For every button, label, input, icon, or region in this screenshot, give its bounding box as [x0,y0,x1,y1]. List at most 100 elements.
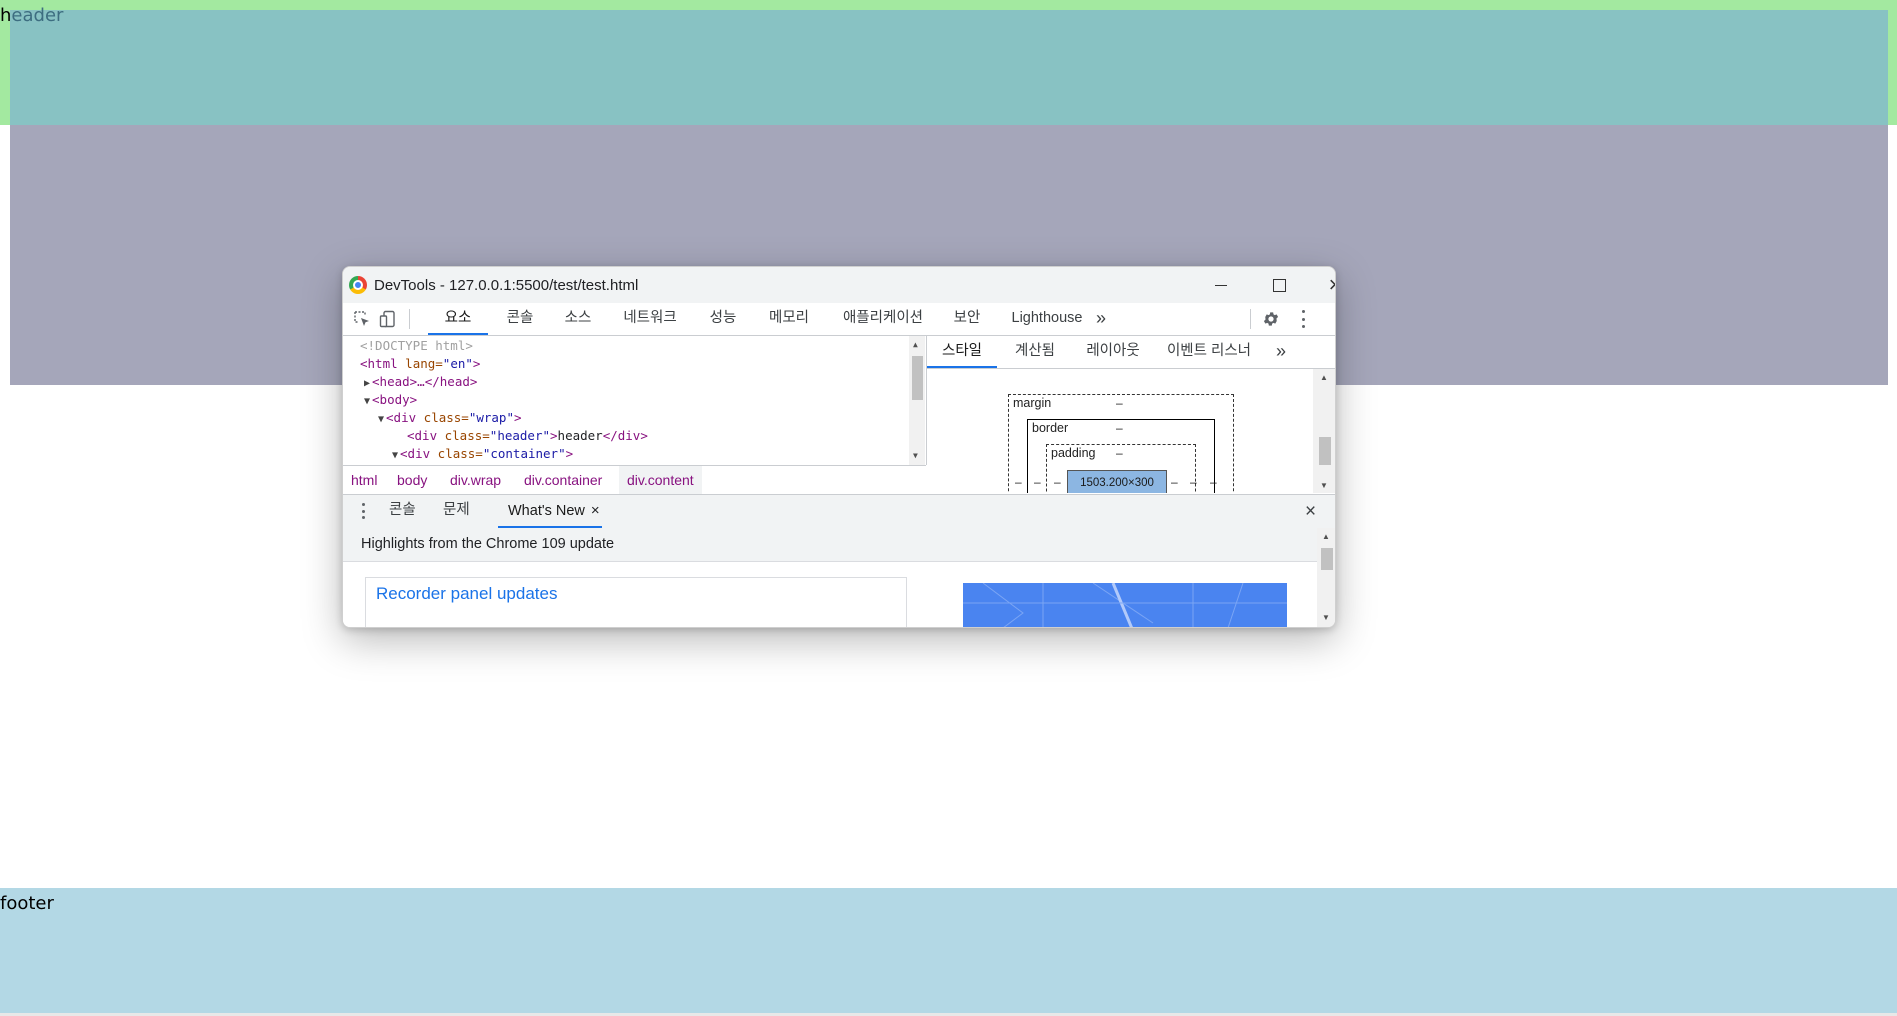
scrollbar-thumb[interactable] [912,356,923,400]
margin-left-value[interactable]: – [1015,475,1022,489]
customize-menu-icon[interactable] [1301,310,1305,328]
scroll-down-icon[interactable]: ▼ [1322,613,1330,622]
scroll-up-icon[interactable]: ▲ [1322,532,1330,541]
dom-line-wrap[interactable]: ▼ <div class="wrap"> [378,409,522,427]
whats-new-heading: Highlights from the Chrome 109 update [361,536,615,552]
padding-left-value[interactable]: – [1054,475,1061,489]
tab-computed[interactable]: 계산됨 [1005,336,1065,368]
tag-text: > [472,356,481,371]
padding-right-value[interactable]: – [1171,475,1178,489]
elements-scrollbar[interactable]: ▲ ▼ [909,336,925,465]
breadcrumb-html[interactable]: html [343,466,385,494]
page-header-text: header [0,3,63,29]
collapse-triangle-icon[interactable]: ▼ [378,414,384,425]
dom-line-body[interactable]: ▼ <body> [364,391,417,409]
styles-scrollbar[interactable]: ▲ ▼ [1313,369,1335,493]
elements-dom-tree[interactable]: <!DOCTYPE html> <html lang="en"> ▶ <head>… [343,336,927,465]
dom-line-html[interactable]: <html lang="en"> [360,355,480,373]
drawer-menu-icon[interactable] [362,503,365,519]
drawer-tab-whats-new[interactable]: What's New × [498,495,602,528]
card-title-link[interactable]: Recorder panel updates [376,584,557,604]
close-icon: × [1329,272,1335,298]
box-model-content[interactable]: 1503.200×300 [1067,470,1167,493]
dom-line-head[interactable]: ▶ <head>…</head> [364,373,477,391]
gear-icon[interactable] [1262,310,1280,328]
more-tabs-icon[interactable]: » [1271,336,1291,368]
expand-triangle-icon[interactable]: ▶ [364,378,370,389]
page-footer: footer [0,888,1897,1013]
scroll-up-icon[interactable]: ▲ [1320,373,1328,382]
drawer-tab-label: What's New [508,503,585,519]
minimize-button[interactable] [1193,267,1249,303]
dom-line-header[interactable]: <div class="header">header</div> [407,427,648,445]
dom-line-container[interactable]: ▼ <div class="container"> [392,445,573,463]
border-top-value[interactable]: – [1116,421,1123,435]
device-toggle-icon[interactable] [379,310,397,328]
breadcrumb-div-content[interactable]: div.content [619,466,702,494]
tag-text: <head>…</head> [372,374,478,389]
dom-line-doctype[interactable]: <!DOCTYPE html> [360,337,473,355]
drawer-tabbar: 콘솔 문제 What's New × × [343,494,1335,529]
tab-network[interactable]: 네트워크 [615,303,685,335]
window-title: DevTools - 127.0.0.1:5500/test/test.html [374,277,639,294]
margin-right-value[interactable]: – [1210,475,1217,489]
maximize-icon [1272,278,1286,292]
tab-event-listeners[interactable]: 이벤트 리스너 [1159,336,1259,368]
close-drawer-icon[interactable]: × [1305,501,1316,523]
devtools-main-toolbar: 요소 콘솔 소스 네트워크 성능 메모리 애플리케이션 보안 Lighthous… [343,303,1335,336]
drawer-tab-console[interactable]: 콘솔 [389,495,416,528]
header-highlight-overlay [10,10,1888,125]
whats-new-body: Recorder panel updates [343,562,1317,627]
tab-layout[interactable]: 레이아웃 [1077,336,1149,368]
node-text: header [557,428,603,443]
inspect-icon[interactable] [353,310,371,328]
tab-sources[interactable]: 소스 [558,303,598,335]
close-tab-icon[interactable]: × [591,502,600,519]
breadcrumb-div-container[interactable]: div.container [516,466,610,494]
tag-text: > [565,446,574,461]
padding-top-value[interactable]: – [1116,446,1123,460]
tag-text: <html [360,356,398,371]
page-footer-text: footer [0,893,54,914]
devtools-window: DevTools - 127.0.0.1:5500/test/test.html… [342,266,1336,628]
more-tabs-icon[interactable]: » [1091,303,1111,335]
whats-new-header: Highlights from the Chrome 109 update [343,528,1317,562]
chrome-logo-icon [349,276,367,294]
scrollbar-thumb[interactable] [1321,548,1333,570]
breadcrumb-div-wrap[interactable]: div.wrap [442,466,509,494]
scroll-up-icon[interactable]: ▲ [913,340,918,349]
tab-performance[interactable]: 성능 [703,303,743,335]
collapse-triangle-icon[interactable]: ▼ [364,396,370,407]
tab-styles[interactable]: 스타일 [927,336,997,368]
attr-text: class= [430,446,483,461]
padding-label: padding [1051,446,1096,460]
collapse-triangle-icon[interactable]: ▼ [392,450,398,461]
scrollbar-thumb[interactable] [1319,437,1331,465]
border-left-value[interactable]: – [1034,475,1041,489]
tab-console[interactable]: 콘솔 [500,303,540,335]
tab-application[interactable]: 애플리케이션 [833,303,933,335]
scroll-down-icon[interactable]: ▼ [913,451,918,460]
tab-elements[interactable]: 요소 [428,303,488,335]
border-right-value[interactable]: – [1190,475,1197,489]
attr-text: lang= [397,356,443,371]
margin-top-value[interactable]: – [1116,396,1123,410]
tab-memory[interactable]: 메모리 [761,303,817,335]
tag-text: <body> [372,392,418,407]
drawer-tab-issues[interactable]: 문제 [443,495,470,528]
toolbar-separator [409,309,410,329]
whats-new-scrollbar[interactable]: ▲ ▼ [1317,528,1335,627]
border-label: border [1032,421,1069,435]
breadcrumb-body[interactable]: body [389,466,435,494]
tag-text: > [513,410,522,425]
tab-security[interactable]: 보안 [947,303,987,335]
tab-lighthouse[interactable]: Lighthouse [1003,303,1091,335]
scroll-down-icon[interactable]: ▼ [1320,481,1328,490]
whats-new-card[interactable]: Recorder panel updates [365,577,907,627]
maximize-button[interactable] [1251,267,1307,303]
attr-value-text: "container" [482,446,566,461]
attr-value-text: "header" [489,428,551,443]
devtools-titlebar[interactable]: DevTools - 127.0.0.1:5500/test/test.html… [343,267,1335,303]
close-button[interactable]: × [1307,267,1335,303]
tag-text: <div [400,446,431,461]
